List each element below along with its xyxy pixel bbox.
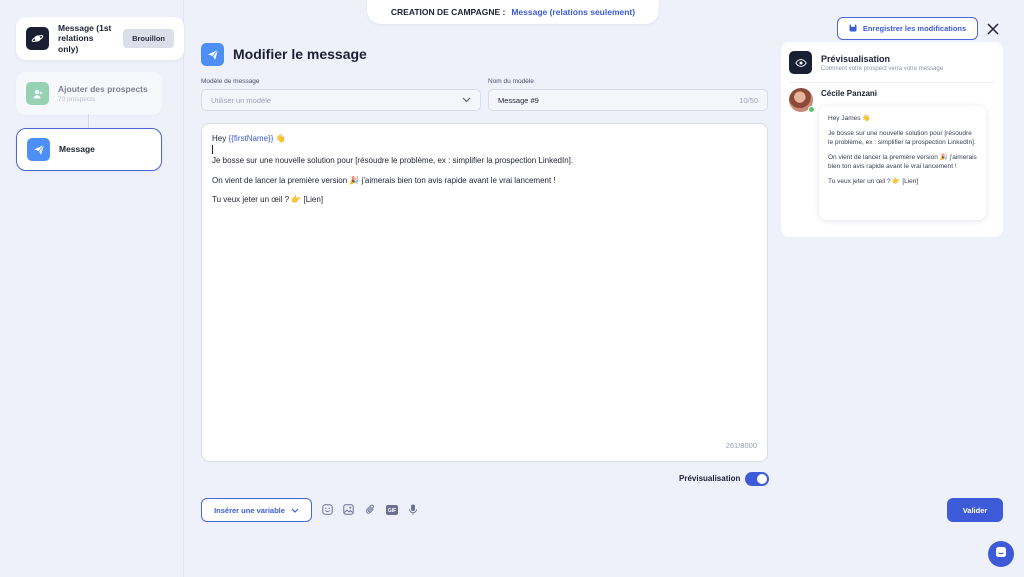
step-add-prospects-title: Ajouter des prospects — [58, 83, 148, 94]
editor-line-3: Tu veux jeter un œil ? 👉 [Lien] — [212, 195, 324, 205]
validate-button[interactable]: Valider — [947, 498, 1003, 522]
close-icon[interactable] — [985, 21, 1001, 37]
toggle-knob — [757, 474, 767, 484]
chat-launcher-button[interactable] — [988, 541, 1014, 567]
step-message[interactable]: Message — [16, 128, 162, 171]
campaign-banner: CREATION DE CAMPAGNE : Message (relation… — [367, 0, 659, 24]
draft-badge: Brouillon — [123, 29, 174, 48]
chevron-down-icon — [291, 506, 299, 515]
template-select-placeholder: Utiliser un modèle — [211, 95, 272, 105]
eye-icon — [789, 51, 812, 74]
save-changes-button[interactable]: Enregistrer les modifications — [837, 17, 978, 40]
message-editor[interactable]: Hey {{firstName}} 👋 Je bosse sur une nou… — [201, 123, 768, 462]
preview-toggle-label: Prévisualisation — [679, 474, 741, 483]
template-select[interactable]: Utiliser un modèle — [201, 89, 481, 111]
contact-name: Cécile Panzani — [821, 89, 878, 98]
template-name-counter: 10/50 — [739, 95, 758, 105]
preview-toggle[interactable] — [745, 472, 769, 486]
char-counter: 261/8000 — [725, 441, 757, 451]
bubble-line-2: On vient de lancer la première version 🎉… — [828, 154, 977, 170]
step-connector — [88, 114, 89, 128]
bubble-line-3: Tu veux jeter un œil ? 👉 [Lien] — [828, 178, 919, 186]
chevron-down-icon — [462, 96, 471, 105]
insert-variable-label: Insérer une variable — [214, 505, 285, 515]
template-name-label: Nom du modèle — [488, 78, 534, 85]
preview-subtitle: Comment votre prospect verra votre messa… — [821, 66, 944, 72]
campaign-banner-label: CREATION DE CAMPAGNE : — [390, 7, 506, 17]
paperclip-icon[interactable] — [364, 503, 377, 516]
add-user-icon — [26, 82, 49, 105]
template-name-value: Message #9 — [498, 95, 539, 105]
text-caret — [212, 145, 213, 155]
sidebar-divider — [183, 0, 184, 577]
template-select-label: Modèle de message — [201, 78, 260, 85]
editor-greeting: Hey — [212, 134, 227, 143]
emoji-icon[interactable] — [321, 503, 334, 516]
preview-title: Prévisualisation — [821, 54, 891, 64]
step-add-prospects-count: 70 prospects — [58, 96, 96, 104]
wave-emoji: 👋 — [275, 134, 286, 143]
microphone-icon[interactable] — [406, 503, 419, 516]
save-changes-label: Enregistrer les modifications — [862, 24, 967, 33]
save-icon — [849, 24, 857, 34]
svg-text:GIF: GIF — [387, 508, 395, 514]
bubble-greeting: Hey James 👋 — [828, 115, 871, 122]
chat-icon — [995, 545, 1007, 563]
template-name-field[interactable]: Message #9 10/50 — [488, 89, 768, 111]
insert-variable-button[interactable]: Insérer une variable — [201, 498, 312, 522]
campaign-banner-value: Message (relations seulement) — [511, 7, 636, 17]
online-status-dot — [808, 106, 815, 113]
step-add-prospects[interactable]: Ajouter des prospects 70 prospects — [16, 72, 162, 115]
editor-line-2: On vient de lancer la première version 🎉… — [212, 175, 556, 185]
step-message-title: Message — [59, 144, 95, 155]
step-campaign-title: Message (1st relations only) — [58, 23, 112, 54]
send-icon — [27, 138, 50, 161]
message-bubble: Hey James 👋 Je bosse sur une nouvelle so… — [819, 106, 986, 220]
step-campaign[interactable]: Message (1st relations only) Brouillon — [16, 17, 184, 60]
preview-panel: Prévisualisation Comment votre prospect … — [781, 42, 1003, 237]
page-title: Modifier le message — [233, 46, 367, 62]
saturn-icon — [26, 27, 49, 50]
bubble-line-1: Je bosse sur une nouvelle solution pour … — [828, 130, 976, 146]
image-icon[interactable] — [342, 503, 355, 516]
send-icon — [201, 43, 224, 66]
editor-line-1: Je bosse sur une nouvelle solution pour … — [212, 156, 574, 166]
firstname-variable: {{firstName}} — [228, 134, 274, 143]
gif-icon[interactable]: GIF — [385, 503, 398, 516]
preview-divider — [789, 82, 995, 83]
